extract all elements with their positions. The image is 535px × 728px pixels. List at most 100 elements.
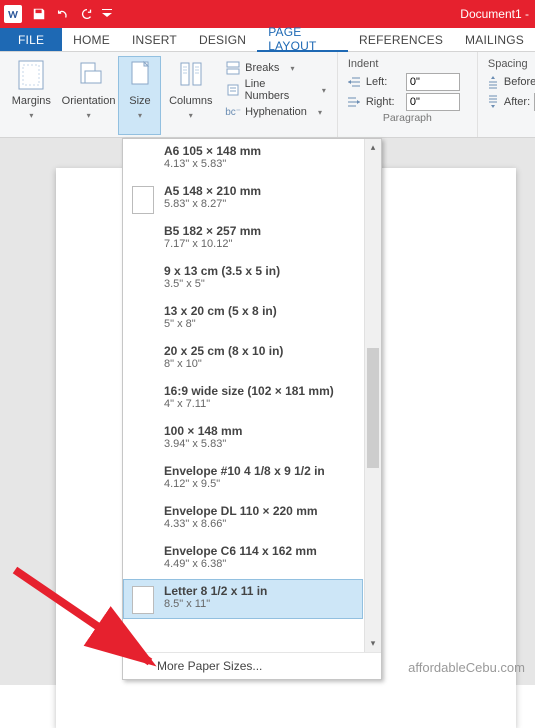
tab-home[interactable]: HOME bbox=[62, 28, 121, 51]
indent-left-icon bbox=[346, 74, 362, 90]
qat-customize-button[interactable] bbox=[100, 3, 114, 25]
spacing-before-row: Before: bbox=[484, 72, 535, 92]
size-option[interactable]: A6 105 × 148 mm4.13" x 5.83" bbox=[123, 139, 363, 179]
size-option-subtitle: 4.49" x 6.38" bbox=[164, 558, 317, 570]
tab-design[interactable]: DESIGN bbox=[188, 28, 257, 51]
size-option[interactable]: 9 x 13 cm (3.5 x 5 in)3.5" x 5" bbox=[123, 259, 363, 299]
hyphenation-icon: bc⁻ bbox=[225, 104, 241, 120]
size-option[interactable]: Envelope C6 114 x 162 mm4.49" x 6.38" bbox=[123, 539, 363, 579]
more-paper-sizes[interactable]: More Paper Sizes... bbox=[123, 652, 381, 679]
chevron-down-icon: ▾ bbox=[29, 111, 33, 120]
margins-label: Margins bbox=[12, 95, 51, 107]
size-option-subtitle: 3.5" x 5" bbox=[164, 278, 280, 290]
orientation-button[interactable]: Orientation ▾ bbox=[61, 56, 117, 135]
size-option[interactable]: 20 x 25 cm (8 x 10 in)8" x 10" bbox=[123, 339, 363, 379]
watermark: affordableCebu.com bbox=[408, 660, 525, 675]
quick-access-toolbar: W bbox=[0, 0, 114, 28]
size-option[interactable]: 100 × 148 mm3.94" x 5.83" bbox=[123, 419, 363, 459]
paragraph-group-label: Paragraph bbox=[344, 112, 471, 126]
size-option-title: B5 182 × 257 mm bbox=[164, 224, 261, 238]
size-option-subtitle: 5" x 8" bbox=[164, 318, 277, 330]
columns-button[interactable]: Columns ▾ bbox=[163, 56, 218, 135]
size-option-subtitle: 7.17" x 10.12" bbox=[164, 238, 261, 250]
chevron-down-icon: ▾ bbox=[290, 64, 294, 73]
indent-right-input[interactable] bbox=[406, 93, 460, 111]
size-option-subtitle: 4.12" x 9.5" bbox=[164, 478, 325, 490]
size-option-title: A5 148 × 210 mm bbox=[164, 184, 261, 198]
size-option[interactable]: Envelope DL 110 × 220 mm4.33" x 8.66" bbox=[123, 499, 363, 539]
line-numbers-label: Line Numbers bbox=[245, 78, 311, 102]
tab-mailings[interactable]: MAILINGS bbox=[454, 28, 535, 51]
size-option-subtitle: 4" x 7.11" bbox=[164, 398, 334, 410]
scrollbar[interactable]: ▴ ▾ bbox=[364, 139, 381, 652]
hyphenation-label: Hyphenation bbox=[245, 106, 307, 118]
indent-left-row: Left: bbox=[344, 72, 471, 92]
size-option-subtitle: 8" x 10" bbox=[164, 358, 283, 370]
size-option-title: A6 105 × 148 mm bbox=[164, 144, 261, 158]
spacing-after-icon bbox=[486, 94, 500, 110]
redo-button[interactable] bbox=[76, 3, 98, 25]
size-label: Size bbox=[129, 95, 150, 107]
save-button[interactable] bbox=[28, 3, 50, 25]
spacing-before-label: Before: bbox=[504, 76, 535, 88]
tab-page-layout[interactable]: PAGE LAYOUT bbox=[257, 28, 348, 52]
indent-right-row: Right: bbox=[344, 92, 471, 112]
breaks-label: Breaks bbox=[245, 62, 279, 74]
size-option[interactable]: Letter 8 1/2 x 11 in8.5" x 11" bbox=[123, 579, 363, 619]
size-button[interactable]: Size ▾ bbox=[118, 56, 161, 135]
scrollbar-track[interactable] bbox=[365, 156, 381, 635]
group-indent: Indent Left: Right: Paragraph bbox=[338, 52, 478, 137]
size-option-subtitle: 5.83" x 8.27" bbox=[164, 198, 261, 210]
margins-button[interactable]: Margins ▾ bbox=[4, 56, 59, 135]
scroll-down-icon[interactable]: ▾ bbox=[365, 635, 381, 652]
page-setup-small-buttons: Breaks ▾ Line Numbers ▾ bc⁻ Hyphenation … bbox=[220, 56, 331, 135]
indent-left-label: Left: bbox=[366, 76, 402, 88]
spacing-before-icon bbox=[486, 74, 500, 90]
spacing-after-row: After: bbox=[484, 92, 535, 112]
orientation-label: Orientation bbox=[62, 95, 116, 107]
size-option-title: 100 × 148 mm bbox=[164, 424, 242, 438]
undo-button[interactable] bbox=[52, 3, 74, 25]
line-numbers-button[interactable]: Line Numbers ▾ bbox=[220, 80, 331, 100]
size-option-title: Letter 8 1/2 x 11 in bbox=[164, 584, 267, 598]
size-option-subtitle: 8.5" x 11" bbox=[164, 598, 267, 610]
chevron-down-icon: ▾ bbox=[138, 111, 142, 120]
size-option-title: 13 x 20 cm (5 x 8 in) bbox=[164, 304, 277, 318]
size-option-title: Envelope #10 4 1/8 x 9 1/2 in bbox=[164, 464, 325, 478]
size-dropdown-menu: A6 105 × 148 mm4.13" x 5.83"A5 148 × 210… bbox=[122, 138, 382, 680]
group-spacing: Spacing Before: After: bbox=[478, 52, 535, 137]
chevron-down-icon: ▾ bbox=[318, 108, 322, 117]
tab-insert[interactable]: INSERT bbox=[121, 28, 188, 51]
spacing-header: Spacing bbox=[484, 56, 535, 72]
size-option-subtitle: 4.13" x 5.83" bbox=[164, 158, 261, 170]
size-option-title: 16:9 wide size (102 × 181 mm) bbox=[164, 384, 334, 398]
scrollbar-thumb[interactable] bbox=[367, 348, 379, 468]
scroll-up-icon[interactable]: ▴ bbox=[365, 139, 381, 156]
size-option[interactable]: A5 148 × 210 mm5.83" x 8.27" bbox=[123, 179, 363, 219]
tab-references[interactable]: REFERENCES bbox=[348, 28, 454, 51]
size-option-subtitle: 3.94" x 5.83" bbox=[164, 438, 242, 450]
indent-right-icon bbox=[346, 94, 362, 110]
app-icon: W bbox=[4, 5, 22, 23]
size-option[interactable]: Envelope #10 4 1/8 x 9 1/2 in4.12" x 9.5… bbox=[123, 459, 363, 499]
chevron-down-icon: ▾ bbox=[322, 86, 326, 95]
size-option-title: Envelope C6 114 x 162 mm bbox=[164, 544, 317, 558]
ribbon: Margins ▾ Orientation ▾ Size ▾ Columns ▾ bbox=[0, 52, 535, 138]
size-option[interactable]: 16:9 wide size (102 × 181 mm)4" x 7.11" bbox=[123, 379, 363, 419]
ribbon-tabs: FILE HOME INSERT DESIGN PAGE LAYOUT REFE… bbox=[0, 28, 535, 52]
indent-left-input[interactable] bbox=[406, 73, 460, 91]
columns-label: Columns bbox=[169, 95, 212, 107]
tab-file[interactable]: FILE bbox=[0, 28, 62, 51]
size-option-title: Envelope DL 110 × 220 mm bbox=[164, 504, 318, 518]
indent-right-label: Right: bbox=[366, 96, 402, 108]
page-thumb-icon bbox=[132, 586, 154, 614]
hyphenation-button[interactable]: bc⁻ Hyphenation ▾ bbox=[220, 102, 331, 122]
size-option-title: 9 x 13 cm (3.5 x 5 in) bbox=[164, 264, 280, 278]
size-option[interactable]: B5 182 × 257 mm7.17" x 10.12" bbox=[123, 219, 363, 259]
line-numbers-icon bbox=[225, 82, 240, 98]
page-thumb-icon bbox=[132, 186, 154, 214]
breaks-button[interactable]: Breaks ▾ bbox=[220, 58, 331, 78]
titlebar: W Document1 - bbox=[0, 0, 535, 28]
chevron-down-icon: ▾ bbox=[87, 111, 91, 120]
size-option[interactable]: 13 x 20 cm (5 x 8 in)5" x 8" bbox=[123, 299, 363, 339]
